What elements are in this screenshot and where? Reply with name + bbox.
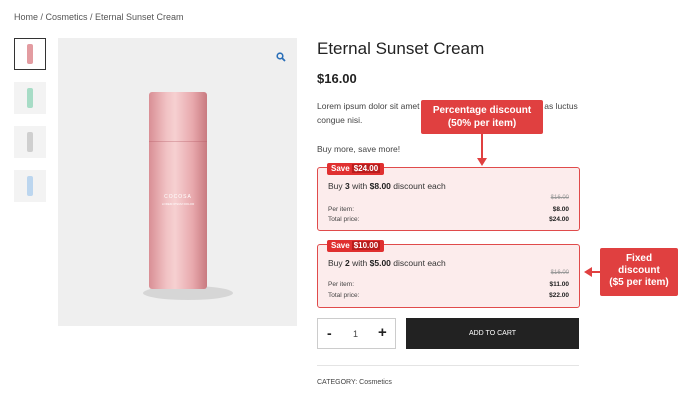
per-item-value: $11.00	[549, 281, 569, 288]
total-price-row: Total price: $22.00	[328, 292, 569, 299]
offer-with: with	[352, 258, 368, 268]
total-price-row: Total price: $24.00	[328, 216, 569, 223]
percentage-discount-callout: Percentage discount (50% per item)	[421, 100, 543, 134]
total-price-value: $24.00	[549, 216, 569, 223]
save-badge: Save $10.00	[327, 240, 385, 252]
save-label: Save	[331, 241, 350, 250]
offer-prefix: Buy	[328, 258, 343, 268]
quantity-input[interactable]: 1	[353, 329, 358, 339]
total-price-label: Total price:	[328, 216, 360, 223]
add-to-cart-button[interactable]: ADD TO CART	[406, 318, 579, 349]
breadcrumb[interactable]: Home / Cosmetics / Eternal Sunset Cream	[14, 12, 184, 22]
bulk-offer-1[interactable]: Save $24.00 Buy 3 with $8.00 discount eac…	[317, 163, 580, 231]
thumbnail-bottle-image	[27, 132, 33, 152]
offer-discount: $8.00	[369, 181, 391, 191]
save-label: Save	[331, 164, 350, 173]
offer-with: with	[352, 181, 368, 191]
per-item-label: Per item:	[328, 206, 355, 213]
thumbnail-bottle-image	[27, 176, 33, 196]
product-category[interactable]: CATEGORY: Cosmetics	[317, 379, 392, 386]
offer-text: Buy 3 with $8.00 discount each	[328, 181, 446, 191]
increase-quantity-button[interactable]: +	[378, 324, 387, 341]
thumbnail-bottle-image	[27, 44, 33, 64]
original-price: $16.00	[550, 270, 569, 276]
percentage-arrow-head	[477, 158, 487, 166]
thumbnail-gallery	[14, 38, 46, 214]
save-badge: Save $24.00	[327, 163, 385, 175]
total-price-label: Total price:	[328, 292, 360, 299]
main-product-image[interactable]: COCOSA LOREM IPSUM DOLOR	[58, 38, 297, 326]
bottle-brand-text: COCOSA	[164, 194, 192, 200]
thumbnail-bottle-image	[27, 88, 33, 108]
callout-line: Percentage discount	[432, 105, 532, 116]
callout-line: discount	[618, 265, 660, 276]
buy-more-heading: Buy more, save more!	[317, 144, 401, 154]
original-price: $16.00	[550, 195, 569, 201]
per-item-label: Per item:	[328, 281, 355, 288]
per-item-row: Per item: $8.00	[328, 206, 569, 213]
description-line2: congue nisi.	[317, 115, 363, 125]
offer-qty: 2	[345, 258, 350, 268]
total-price-value: $22.00	[549, 292, 569, 299]
offer-suffix: discount each	[393, 258, 446, 268]
callout-line: (50% per item)	[447, 118, 517, 129]
bottle-brand-subtext: LOREM IPSUM DOLOR	[161, 202, 195, 206]
offer-qty: 3	[345, 181, 350, 191]
offer-suffix: discount each	[393, 181, 446, 191]
save-amount: $24.00	[351, 164, 381, 173]
thumbnail-3[interactable]	[14, 126, 46, 158]
callout-line: Fixed	[625, 253, 653, 264]
thumbnail-1[interactable]	[14, 38, 46, 70]
per-item-row: Per item: $11.00	[328, 281, 569, 288]
fixed-discount-callout: Fixed discount ($5 per item)	[600, 248, 678, 296]
bottle-cap	[149, 92, 207, 142]
description-text: Lorem ipsum dolor sit amet	[317, 101, 420, 111]
save-amount: $10.00	[351, 241, 381, 250]
offer-text: Buy 2 with $5.00 discount each	[328, 258, 446, 268]
product-title: Eternal Sunset Cream	[317, 39, 485, 58]
per-item-value: $8.00	[552, 206, 569, 213]
thumbnail-4[interactable]	[14, 170, 46, 202]
zoom-icon[interactable]	[276, 52, 286, 62]
bulk-offer-2[interactable]: Save $10.00 Buy 2 with $5.00 discount eac…	[317, 240, 580, 308]
callout-line: ($5 per item)	[609, 277, 669, 288]
fixed-arrow-head	[584, 267, 592, 277]
offer-prefix: Buy	[328, 181, 343, 191]
product-price: $16.00	[317, 71, 357, 86]
divider	[317, 365, 579, 366]
quantity-stepper: - 1 +	[317, 318, 396, 349]
decrease-quantity-button[interactable]: -	[327, 325, 332, 341]
description-text-end: as luctus	[544, 101, 578, 111]
product-bottle: COCOSA LOREM IPSUM DOLOR	[149, 92, 207, 289]
offer-discount: $5.00	[369, 258, 391, 268]
thumbnail-2[interactable]	[14, 82, 46, 114]
